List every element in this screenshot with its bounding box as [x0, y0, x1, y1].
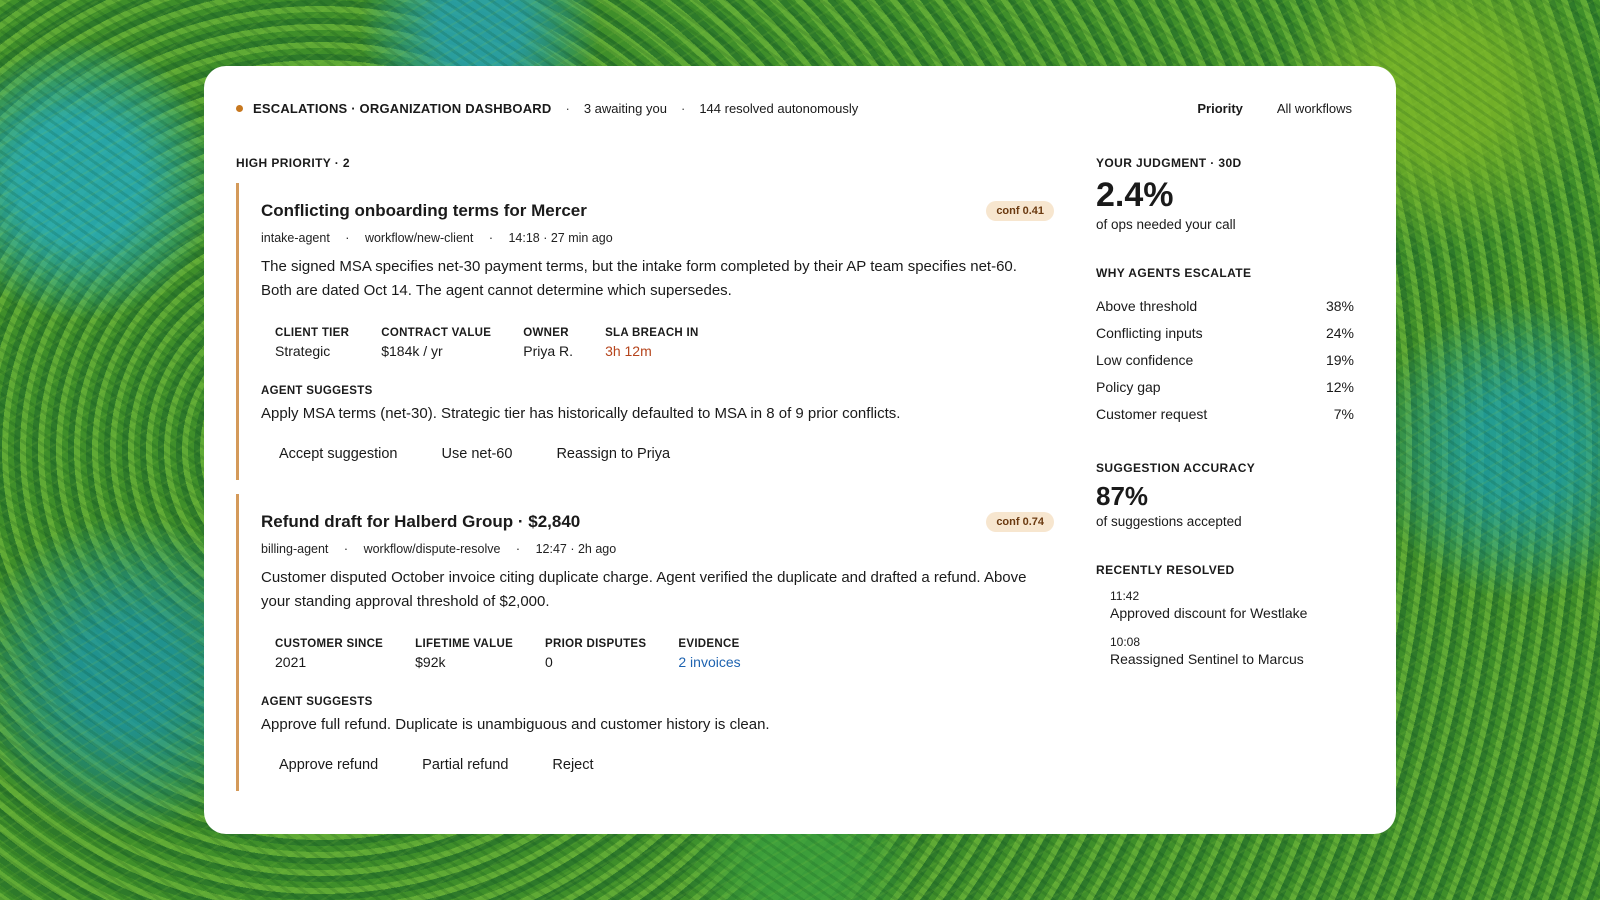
- fact-contract-value: CONTRACT VALUE $184k / yr: [381, 327, 492, 359]
- why-escalate-block: WHY AGENTS ESCALATE Above threshold 38% …: [1096, 266, 1354, 427]
- dashboard-panel: ESCALATIONS · ORGANIZATION DASHBOARD · 3…: [204, 66, 1396, 834]
- why-label: WHY AGENTS ESCALATE: [1096, 266, 1252, 280]
- suggest-label: AGENT SUGGESTS: [261, 385, 373, 397]
- card-title: Refund draft for Halberd Group · $2,840: [261, 512, 581, 531]
- confidence-badge: conf 0.74: [986, 512, 1054, 532]
- fact-client-tier: CLIENT TIER Strategic: [275, 327, 350, 359]
- list-item: Low confidence 19%: [1096, 351, 1354, 368]
- awaiting-count: 3 awaiting you: [583, 100, 667, 116]
- agent-name: intake-agent: [261, 231, 330, 245]
- reassign-button[interactable]: Reassign to Priya: [556, 446, 670, 462]
- judgment-value: 2.4%: [1096, 176, 1174, 214]
- stats-sidebar: YOUR JUDGMENT · 30D 2.4% of ops needed y…: [1096, 156, 1354, 681]
- card-actions: Approve refund Partial refund Reject: [261, 757, 1054, 773]
- separator: ·: [565, 100, 570, 116]
- resolved-count: 144 resolved autonomously: [699, 100, 859, 116]
- card-facts: CUSTOMER SINCE 2021 LIFETIME VALUE $92k …: [261, 638, 1054, 670]
- use-net-60-button[interactable]: Use net-60: [442, 446, 513, 462]
- status-dot-icon: [236, 104, 243, 112]
- card-time: 14:18 · 27 min ago: [508, 231, 613, 245]
- list-item[interactable]: 10:08 Reassigned Sentinel to Marcus: [1110, 635, 1354, 667]
- card-actions: Accept suggestion Use net-60 Reassign to…: [261, 446, 1054, 462]
- recently-resolved-block: RECENTLY RESOLVED 11:42 Approved discoun…: [1096, 563, 1354, 667]
- workflow-name: workflow/dispute-resolve: [363, 542, 501, 556]
- agent-suggestion: Approve full refund. Duplicate is unambi…: [261, 716, 770, 733]
- confidence-badge: conf 0.41: [986, 201, 1054, 221]
- escalation-card: Conflicting onboarding terms for Mercer …: [236, 183, 1054, 480]
- list-item: Policy gap 12%: [1096, 378, 1354, 395]
- partial-refund-button[interactable]: Partial refund: [422, 757, 508, 773]
- evidence-link[interactable]: 2 invoices: [678, 654, 740, 670]
- accept-suggestion-button[interactable]: Accept suggestion: [279, 446, 398, 462]
- list-item: Customer request 7%: [1096, 405, 1354, 422]
- card-description: The signed MSA specifies net-30 payment …: [261, 258, 1017, 299]
- list-item[interactable]: 11:42 Approved discount for Westlake: [1110, 589, 1354, 621]
- escalation-list: HIGH PRIORITY · 2 Conflicting onboarding…: [236, 156, 1054, 791]
- section-label: HIGH PRIORITY · 2: [236, 156, 350, 170]
- card-description: Customer disputed October invoice citing…: [261, 569, 1027, 610]
- escalation-card: Refund draft for Halberd Group · $2,840 …: [236, 494, 1054, 791]
- card-title: Conflicting onboarding terms for Mercer: [261, 201, 587, 220]
- page-title: ESCALATIONS · ORGANIZATION DASHBOARD: [253, 100, 552, 116]
- fact-customer-since: CUSTOMER SINCE 2021: [275, 638, 384, 670]
- card-meta: billing-agent · workflow/dispute-resolve…: [261, 542, 617, 556]
- approve-refund-button[interactable]: Approve refund: [279, 757, 378, 773]
- list-item: Conflicting inputs 24%: [1096, 324, 1354, 341]
- card-facts: CLIENT TIER Strategic CONTRACT VALUE $18…: [261, 327, 1054, 359]
- accuracy-block: SUGGESTION ACCURACY 87% of suggestions a…: [1096, 461, 1354, 529]
- recent-label: RECENTLY RESOLVED: [1096, 563, 1235, 577]
- reason-list: Above threshold 38% Conflicting inputs 2…: [1096, 292, 1354, 427]
- accuracy-label: SUGGESTION ACCURACY: [1096, 461, 1256, 475]
- tab-all-workflows[interactable]: All workflows: [1277, 101, 1352, 116]
- judgment-label: YOUR JUDGMENT · 30D: [1096, 156, 1242, 170]
- tab-priority[interactable]: Priority: [1197, 101, 1243, 116]
- fact-sla-breach: SLA BREACH IN 3h 12m: [605, 327, 699, 359]
- judgment-caption: of ops needed your call: [1096, 217, 1236, 232]
- top-bar: ESCALATIONS · ORGANIZATION DASHBOARD · 3…: [236, 96, 1352, 120]
- fact-evidence: EVIDENCE 2 invoices: [678, 638, 741, 670]
- card-meta: intake-agent · workflow/new-client · 14:…: [261, 231, 613, 245]
- view-tabs: Priority All workflows: [1197, 101, 1352, 116]
- suggest-label: AGENT SUGGESTS: [261, 696, 373, 708]
- accuracy-value: 87%: [1096, 481, 1149, 511]
- fact-prior-disputes: PRIOR DISPUTES 0: [545, 638, 647, 670]
- reject-button[interactable]: Reject: [552, 757, 593, 773]
- workflow-name: workflow/new-client: [364, 231, 474, 245]
- fact-lifetime-value: LIFETIME VALUE $92k: [415, 638, 514, 670]
- card-time: 12:47 · 2h ago: [535, 542, 617, 556]
- agent-name: billing-agent: [261, 542, 329, 556]
- accuracy-caption: of suggestions accepted: [1096, 514, 1242, 529]
- list-item: Above threshold 38%: [1096, 297, 1354, 314]
- resolved-list: 11:42 Approved discount for Westlake 10:…: [1096, 589, 1354, 667]
- agent-suggestion: Apply MSA terms (net-30). Strategic tier…: [261, 405, 901, 422]
- fact-owner: OWNER Priya R.: [523, 327, 574, 359]
- separator: ·: [680, 100, 686, 116]
